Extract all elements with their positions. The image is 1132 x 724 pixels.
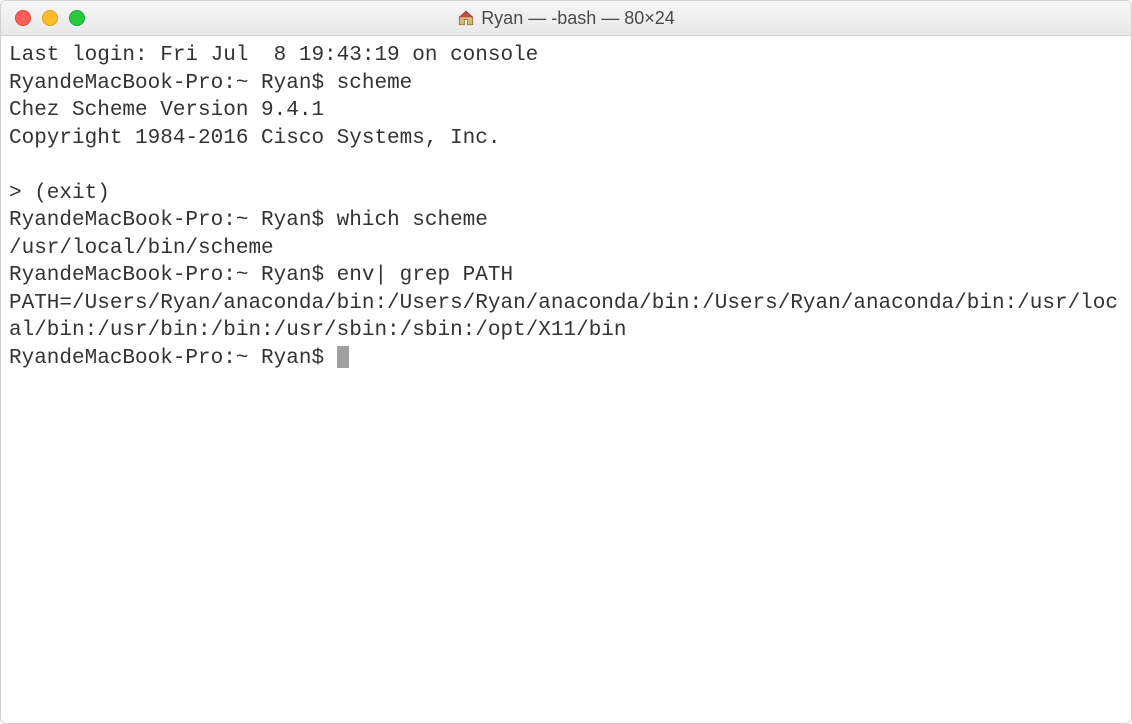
home-icon: [457, 9, 475, 27]
titlebar: Ryan — -bash — 80×24: [1, 1, 1131, 36]
terminal-line: PATH=/Users/Ryan/anaconda/bin:/Users/Rya…: [9, 290, 1123, 345]
terminal-line: RyandeMacBook-Pro:~ Ryan$ scheme: [9, 70, 1123, 98]
terminal-line: Chez Scheme Version 9.4.1: [9, 97, 1123, 125]
terminal-line: RyandeMacBook-Pro:~ Ryan$ env| grep PATH: [9, 262, 1123, 290]
terminal-line: RyandeMacBook-Pro:~ Ryan$: [9, 345, 1123, 373]
terminal-line: [9, 152, 1123, 180]
shell-command: env| grep PATH: [337, 264, 513, 287]
terminal-line: Copyright 1984-2016 Cisco Systems, Inc.: [9, 125, 1123, 153]
minimize-button[interactable]: [42, 10, 58, 26]
maximize-button[interactable]: [69, 10, 85, 26]
terminal-line: /usr/local/bin/scheme: [9, 235, 1123, 263]
shell-prompt: RyandeMacBook-Pro:~ Ryan$: [9, 72, 337, 95]
shell-prompt: RyandeMacBook-Pro:~ Ryan$: [9, 209, 337, 232]
traffic-lights: [1, 10, 85, 26]
window-title-wrap: Ryan — -bash — 80×24: [1, 8, 1131, 29]
shell-prompt: RyandeMacBook-Pro:~ Ryan$: [9, 264, 337, 287]
close-button[interactable]: [15, 10, 31, 26]
terminal-line: Last login: Fri Jul 8 19:43:19 on consol…: [9, 42, 1123, 70]
window-title: Ryan — -bash — 80×24: [481, 8, 675, 29]
terminal-body[interactable]: Last login: Fri Jul 8 19:43:19 on consol…: [1, 36, 1131, 378]
terminal-line: > (exit): [9, 180, 1123, 208]
shell-prompt: RyandeMacBook-Pro:~ Ryan$: [9, 347, 337, 370]
shell-command: scheme: [337, 72, 413, 95]
cursor-icon: [337, 346, 349, 368]
shell-command: which scheme: [337, 209, 488, 232]
terminal-line: RyandeMacBook-Pro:~ Ryan$ which scheme: [9, 207, 1123, 235]
